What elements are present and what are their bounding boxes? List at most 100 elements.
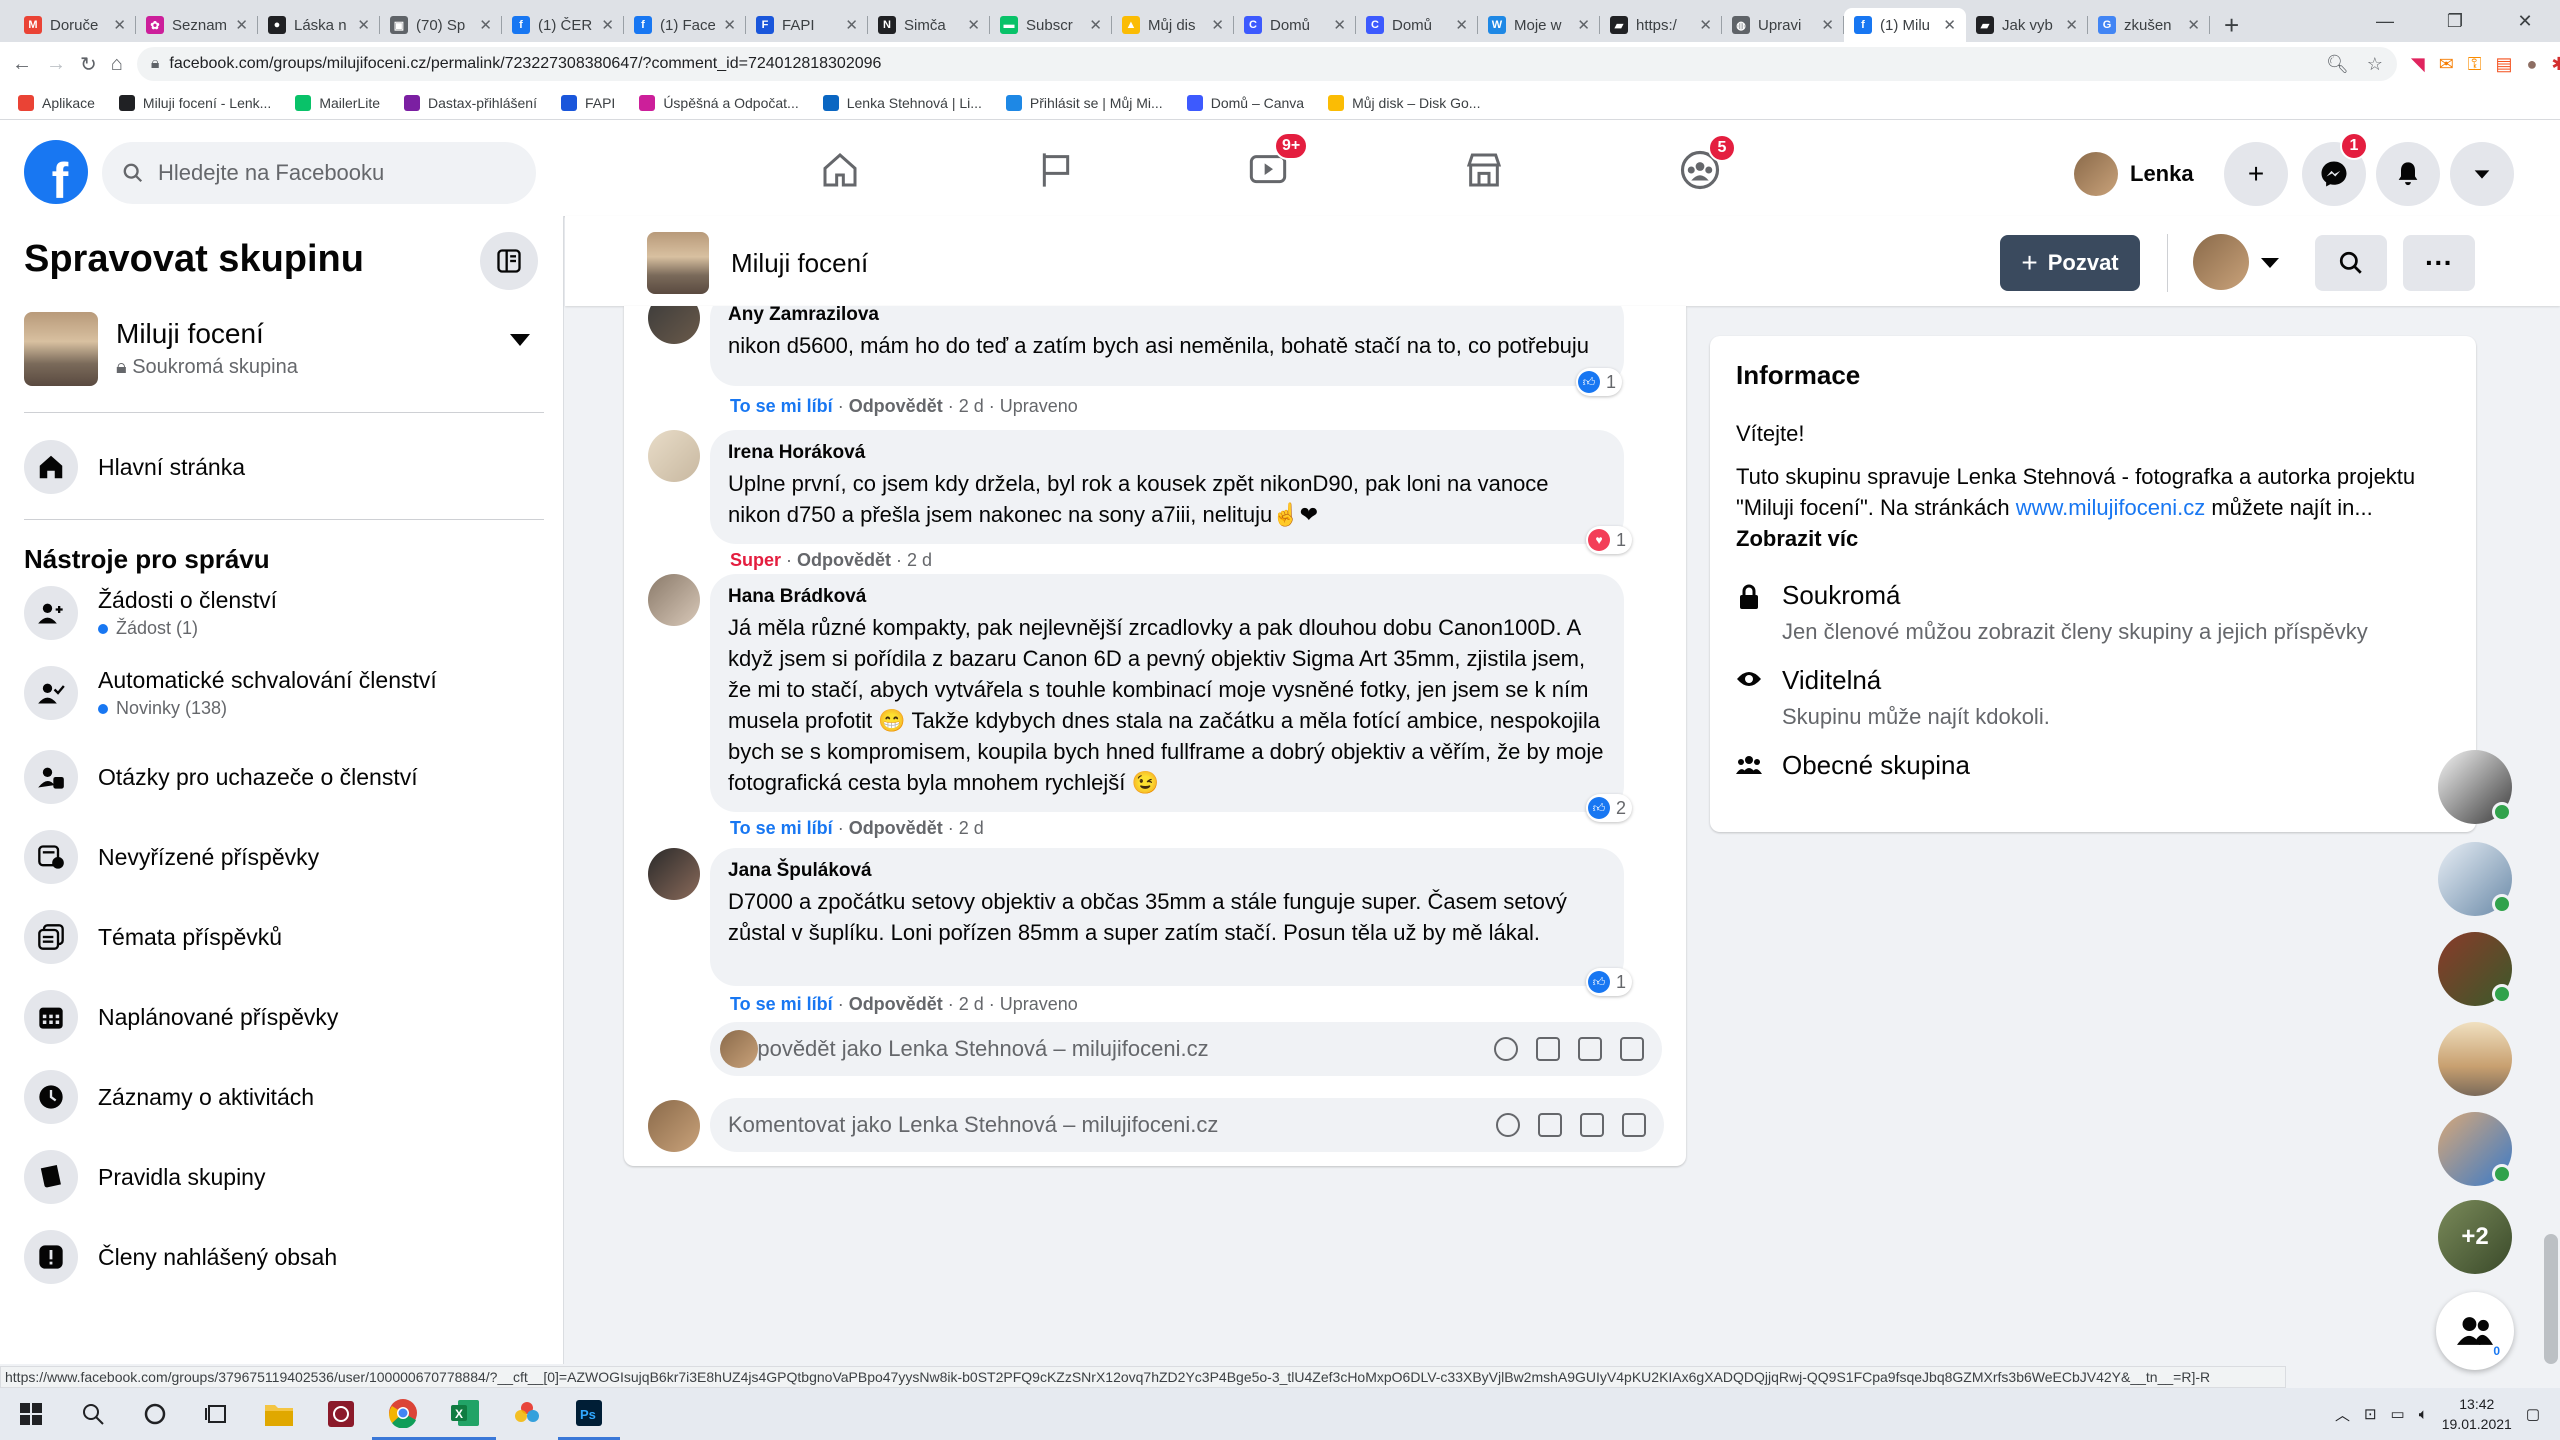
sidebar-item-admin-tool[interactable]: Pravidla skupiny <box>24 1142 544 1212</box>
chevron-up-icon[interactable]: ︿ <box>2335 1404 2350 1425</box>
cortana-icon[interactable] <box>124 1388 186 1440</box>
close-tab-icon[interactable]: ✕ <box>113 16 126 34</box>
reply-as-input[interactable]: Odpovědět jako Lenka Stehnová – milujifo… <box>710 1022 1662 1076</box>
like-link[interactable]: To se mi líbí <box>730 396 833 416</box>
avatar[interactable] <box>648 574 700 626</box>
app-red-icon[interactable] <box>310 1388 372 1440</box>
facebook-logo-icon[interactable]: f <box>24 140 88 204</box>
comment-author[interactable]: Jana Špuláková <box>728 860 1606 882</box>
sidebar-item-admin-tool[interactable]: Automatické schvalování členství Novinky … <box>24 658 544 728</box>
browser-tab[interactable]: F FAPI ✕ <box>746 8 868 42</box>
browser-tab[interactable]: Gzkušen ✕ <box>2088 8 2210 42</box>
sidebar-item-admin-tool[interactable]: Naplánované příspěvky <box>24 982 544 1052</box>
reload-icon[interactable]: ↻ <box>80 52 97 77</box>
contact-avatar[interactable] <box>2438 1022 2512 1096</box>
account-menu-chevron-down-icon[interactable] <box>2450 142 2514 206</box>
url-input[interactable]: 🔒︎ facebook.com/groups/milujifoceni.cz/p… <box>136 47 2397 81</box>
browser-tab[interactable]: W Moje w ✕ <box>1478 8 1600 42</box>
nav-watch-icon[interactable]: 9+ <box>1238 132 1309 198</box>
create-button[interactable]: + <box>2224 142 2288 206</box>
close-tab-icon[interactable]: ✕ <box>723 16 736 34</box>
avatar[interactable] <box>648 306 700 344</box>
profile-avatar-icon[interactable]: ● <box>2527 54 2538 75</box>
browser-tab[interactable]: f (1) Face ✕ <box>624 8 746 42</box>
love-reaction-link[interactable]: Super <box>730 550 781 570</box>
comment-time[interactable]: 2 d <box>959 818 984 838</box>
browser-tab[interactable]: C Domů ✕ <box>1234 8 1356 42</box>
new-tab-button[interactable]: + <box>2210 8 2253 42</box>
bookmark-star-icon[interactable]: ☆ <box>2367 54 2383 75</box>
nav-home-icon[interactable] <box>810 142 870 198</box>
close-tab-icon[interactable]: ✕ <box>967 16 980 34</box>
post-as-chevron-down-icon[interactable] <box>2261 258 2279 268</box>
invite-button[interactable]: + Pozvat <box>2000 235 2140 291</box>
chrome-icon[interactable] <box>372 1388 434 1440</box>
browser-tab[interactable]: M Doruče ✕ <box>14 8 136 42</box>
close-tab-icon[interactable]: ✕ <box>845 16 858 34</box>
extension-pocket-icon[interactable]: ◥ <box>2411 54 2425 75</box>
emoji-icon[interactable] <box>1496 1113 1520 1137</box>
browser-tab[interactable]: ▰ Jak vyb ✕ <box>1966 8 2088 42</box>
zoom-icon[interactable]: 🔍︎ <box>2326 54 2349 75</box>
gif-icon[interactable] <box>1580 1113 1604 1137</box>
like-link[interactable]: To se mi líbí <box>730 818 833 838</box>
contact-avatar[interactable] <box>2438 842 2512 916</box>
file-explorer-icon[interactable] <box>248 1388 310 1440</box>
bookmark-item[interactable]: Aplikace <box>18 94 95 111</box>
gif-icon[interactable] <box>1578 1037 1602 1061</box>
battery-icon[interactable]: ▭ <box>2391 1405 2405 1423</box>
bookmark-item[interactable]: Dastax-přihlášení <box>404 94 537 111</box>
comment-time[interactable]: 2 d <box>959 396 984 416</box>
comment-author[interactable]: Irena Horáková <box>728 442 1606 464</box>
contact-avatar[interactable] <box>2438 750 2512 824</box>
more-options-icon[interactable]: ··· <box>2403 235 2475 291</box>
nav-groups-icon[interactable]: 5 <box>1670 134 1736 198</box>
home-icon[interactable]: ⌂ <box>111 53 123 76</box>
browser-tab[interactable]: ✿ Seznam ✕ <box>136 8 258 42</box>
photos-app-icon[interactable] <box>496 1388 558 1440</box>
sidebar-item-admin-tool[interactable]: Členy nahlášený obsah <box>24 1222 544 1292</box>
maximize-icon[interactable]: ❐ <box>2420 0 2490 42</box>
minimize-icon[interactable]: — <box>2350 0 2420 42</box>
reply-link[interactable]: Odpovědět <box>797 550 891 570</box>
lock-icon[interactable]: 🔒︎ <box>151 55 160 73</box>
task-view-icon[interactable] <box>186 1388 248 1440</box>
group-search-button[interactable] <box>2315 235 2387 291</box>
bookmark-item[interactable]: Úspěšná a Odpočat... <box>639 94 799 111</box>
reaction-count[interactable]: 👍︎ 1 <box>1576 368 1623 396</box>
sticker-icon[interactable] <box>1622 1113 1646 1137</box>
close-tab-icon[interactable]: ✕ <box>1455 16 1468 34</box>
post-as-avatar[interactable] <box>2193 234 2249 290</box>
forward-icon[interactable]: → <box>46 53 66 76</box>
website-link[interactable]: www.milujifoceni.cz <box>2016 495 2206 520</box>
extension-puzzle-icon[interactable]: ✱ <box>2551 54 2560 75</box>
sticker-icon[interactable] <box>1620 1037 1644 1061</box>
group-thumbnail[interactable] <box>647 232 709 294</box>
close-tab-icon[interactable]: ✕ <box>479 16 492 34</box>
back-icon[interactable]: ← <box>12 53 32 76</box>
avatar[interactable] <box>648 848 700 900</box>
nav-pages-flag-icon[interactable] <box>1026 142 1086 198</box>
close-tab-icon[interactable]: ✕ <box>1333 16 1346 34</box>
group-title[interactable]: Miluji focení <box>731 248 868 279</box>
close-tab-icon[interactable]: ✕ <box>1821 16 1834 34</box>
profile-button[interactable]: Lenka <box>2074 146 2194 202</box>
clock[interactable]: 13:42 19.01.2021 <box>2442 1394 2512 1434</box>
browser-tab[interactable]: ▲ Můj dis ✕ <box>1112 8 1234 42</box>
browser-tab[interactable]: ▬ Subscr ✕ <box>990 8 1112 42</box>
close-tab-icon[interactable]: ✕ <box>1211 16 1224 34</box>
sidebar-item-admin-tool[interactable]: Nevyřízené příspěvky <box>24 822 544 892</box>
sidebar-toggle-icon[interactable] <box>480 232 538 290</box>
sidebar-item-admin-tool[interactable]: Otázky pro uchazeče o členství <box>24 742 544 812</box>
browser-tab[interactable]: ▣ (70) Sp ✕ <box>380 8 502 42</box>
browser-tab[interactable]: ◍ Upravi ✕ <box>1722 8 1844 42</box>
sidebar-item-admin-tool[interactable]: Témata příspěvků <box>24 902 544 972</box>
bookmark-item[interactable]: Přihlásit se | Můj Mi... <box>1005 94 1163 111</box>
new-group-chat-icon[interactable]: 0 <box>2436 1292 2514 1370</box>
reply-link[interactable]: Odpovědět <box>849 994 943 1014</box>
bookmark-item[interactable]: Domů – Canva <box>1186 94 1304 111</box>
notifications-bell-icon[interactable] <box>2376 142 2440 206</box>
extension-mail-icon[interactable]: ✉ <box>2439 54 2454 75</box>
camera-icon[interactable] <box>1538 1113 1562 1137</box>
close-tab-icon[interactable]: ✕ <box>1943 16 1956 34</box>
